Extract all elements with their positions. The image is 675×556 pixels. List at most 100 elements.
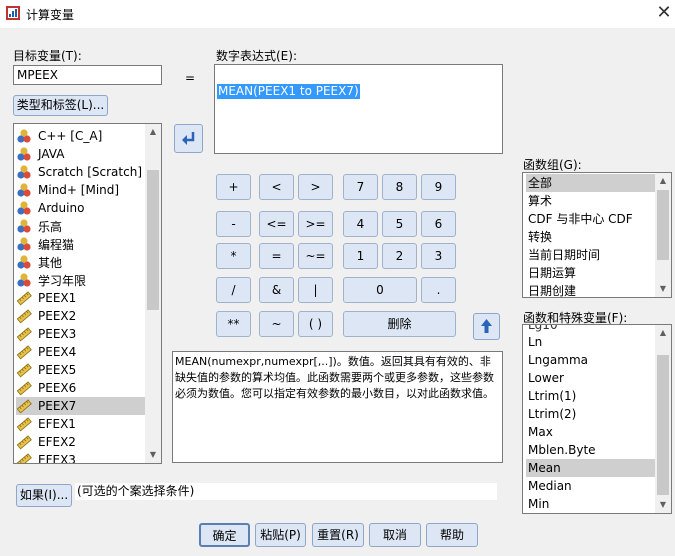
keypad-button[interactable]: <= (259, 211, 294, 237)
variable-list-item[interactable]: PEEX7 (16, 397, 146, 415)
variable-list-item[interactable]: Scratch [Scratch] (16, 163, 146, 181)
function-group-item[interactable]: 当前日期时间 (526, 246, 655, 264)
variable-label: Scratch [Scratch] (38, 165, 142, 179)
if-button[interactable]: 如果(I)... (16, 484, 72, 507)
scroll-down-icon[interactable]: ▼ (655, 497, 671, 513)
variable-list-scrollbar[interactable]: ▲ ▼ (145, 124, 161, 463)
function-group-item[interactable]: 全部 (526, 174, 655, 192)
numeric-expression-field[interactable]: MEAN(PEEX1 to PEEX7) (214, 64, 503, 154)
keypad-button[interactable]: | (298, 277, 333, 303)
keypad-button[interactable]: 4 (343, 211, 378, 237)
variable-list-item[interactable]: PEEX3 (16, 325, 146, 343)
variable-list-item[interactable]: PEEX4 (16, 343, 146, 361)
scale-icon (16, 363, 32, 378)
functions-list[interactable]: Lg10 Ln Lngamma Lower Ltrim(1) Ltrim(2) Max Mb… (522, 324, 672, 514)
keypad-button[interactable]: 2 (382, 243, 417, 269)
ok-button[interactable]: 确定 (199, 523, 250, 547)
keypad-button[interactable]: >= (298, 211, 333, 237)
function-list-item[interactable]: Min (526, 495, 655, 513)
keypad-button[interactable]: * (216, 243, 251, 269)
keypad-button[interactable]: 1 (343, 243, 378, 269)
function-list-item[interactable]: Max (526, 423, 655, 441)
scroll-thumb[interactable] (657, 190, 669, 260)
scale-icon (16, 327, 32, 342)
keypad-button[interactable]: = (259, 243, 294, 269)
variable-list[interactable]: C++ [C_A] JAVA Scratch [Scratch] Mind+ [Min… (13, 123, 162, 464)
reset-button[interactable]: 重置(R) (312, 523, 364, 547)
variable-list-item[interactable]: PEEX2 (16, 307, 146, 325)
help-button[interactable]: 帮助 (426, 523, 478, 547)
scale-icon (16, 309, 32, 324)
keypad-button[interactable]: 删除 (343, 311, 456, 337)
scale-icon (16, 417, 32, 432)
keypad-button[interactable]: + (216, 174, 251, 200)
function-list-item[interactable]: Ltrim(1) (526, 387, 655, 405)
if-condition-text: (可选的个案选择条件) (75, 483, 497, 500)
keypad-button[interactable]: / (216, 277, 251, 303)
keypad-button[interactable]: - (216, 211, 251, 237)
scroll-thumb[interactable] (147, 170, 159, 310)
keypad-button[interactable]: 5 (382, 211, 417, 237)
variable-list-item[interactable]: EFEX1 (16, 415, 146, 433)
function-group-item[interactable]: 日期运算 (526, 264, 655, 282)
target-variable-input[interactable]: MPEEX (13, 65, 162, 85)
keypad-button[interactable]: 7 (343, 174, 378, 200)
function-group-item[interactable]: CDF 与非中心 CDF (526, 210, 655, 228)
functions-scrollbar[interactable]: ▲ ▼ (655, 325, 671, 513)
scroll-up-icon[interactable]: ▲ (655, 325, 671, 341)
variable-label: 其他 (38, 255, 63, 270)
variable-list-item[interactable]: 学习年限 (16, 271, 146, 289)
variable-list-item[interactable]: 编程猫 (16, 235, 146, 253)
function-list-item[interactable]: Mblen.Byte (526, 441, 655, 459)
keypad-button[interactable]: & (259, 277, 294, 303)
scroll-down-icon[interactable]: ▼ (655, 281, 671, 297)
keypad-button[interactable]: ~ (259, 311, 294, 337)
variable-list-item[interactable]: JAVA (16, 145, 146, 163)
keypad-button[interactable]: ( ) (298, 311, 333, 337)
function-list-item[interactable]: Ln (526, 333, 655, 351)
variable-list-item[interactable]: 乐高 (16, 217, 146, 235)
function-group-item[interactable]: 日期创建 (526, 282, 655, 297)
variable-list-item[interactable]: PEEX1 (16, 289, 146, 307)
variable-list-item[interactable]: EFEX3 (16, 451, 146, 463)
function-group-list[interactable]: 全部 算术 CDF 与非中心 CDF 转换 当前日期时间 日期运算 日期创建 ▲ ▼ (522, 172, 672, 298)
scale-icon (16, 399, 32, 414)
keypad-button[interactable]: . (421, 277, 456, 303)
function-list-item[interactable]: Ltrim(2) (526, 405, 655, 423)
keypad-button[interactable]: 0 (343, 277, 417, 303)
close-icon[interactable]: ✕ (655, 3, 673, 23)
keypad-button[interactable]: 9 (421, 174, 456, 200)
keypad-button[interactable]: 6 (421, 211, 456, 237)
function-list-item[interactable]: Lower (526, 369, 655, 387)
function-list-item[interactable]: Lngamma (526, 351, 655, 369)
function-group-item[interactable]: 算术 (526, 192, 655, 210)
paste-button[interactable]: 粘贴(P) (255, 523, 306, 547)
keypad-button[interactable]: < (259, 174, 294, 200)
variable-list-item[interactable]: Mind+ [Mind] (16, 181, 146, 199)
nominal-icon (17, 219, 31, 233)
scroll-up-icon[interactable]: ▲ (655, 173, 671, 189)
keypad-button[interactable]: 8 (382, 174, 417, 200)
move-function-up-button[interactable] (473, 313, 500, 340)
variable-list-item[interactable]: Arduino (16, 199, 146, 217)
function-list-item[interactable]: Median (526, 477, 655, 495)
variable-list-item[interactable]: C++ [C_A] (16, 127, 146, 145)
keypad-button[interactable]: 3 (421, 243, 456, 269)
variable-list-item[interactable]: PEEX6 (16, 379, 146, 397)
type-and-label-button[interactable]: 类型和标签(L)... (13, 95, 108, 116)
scroll-thumb[interactable] (657, 355, 669, 495)
variable-label: PEEX5 (38, 363, 77, 377)
variable-list-item[interactable]: 其他 (16, 253, 146, 271)
variable-list-item[interactable]: PEEX5 (16, 361, 146, 379)
keypad-button[interactable]: > (298, 174, 333, 200)
cancel-button[interactable]: 取消 (369, 523, 421, 547)
scroll-down-icon[interactable]: ▼ (145, 447, 161, 463)
move-to-expression-button[interactable] (174, 124, 203, 153)
variable-list-item[interactable]: EFEX2 (16, 433, 146, 451)
function-group-scrollbar[interactable]: ▲ ▼ (655, 173, 671, 297)
function-list-item[interactable]: Mean (526, 459, 655, 477)
scroll-up-icon[interactable]: ▲ (145, 124, 161, 140)
keypad-button[interactable]: ~= (298, 243, 333, 269)
function-group-item[interactable]: 转换 (526, 228, 655, 246)
keypad-button[interactable]: ** (216, 311, 251, 337)
